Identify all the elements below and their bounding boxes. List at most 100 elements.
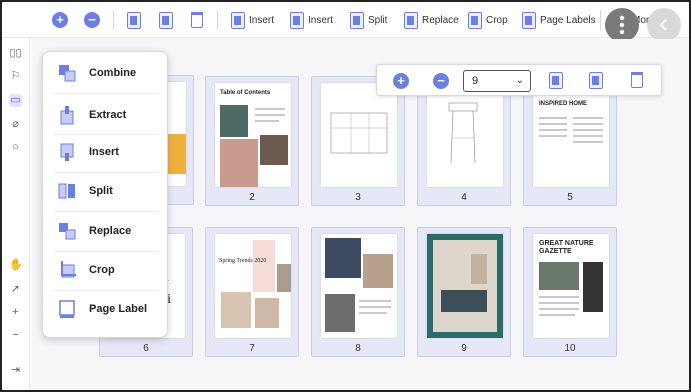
- toolbar-divider: [113, 10, 114, 30]
- page-zoom-out-button[interactable]: −: [433, 72, 449, 90]
- split-label: Split: [368, 14, 388, 26]
- attachment-icon[interactable]: ⌀: [9, 118, 22, 131]
- page-thumbnail-9[interactable]: 9: [417, 227, 511, 357]
- zoom-in-button[interactable]: +: [52, 8, 68, 32]
- vertical-dots-icon: [619, 15, 625, 35]
- menu-item-label: Combine: [89, 67, 137, 79]
- page-preview: [321, 234, 397, 338]
- trash-icon: [191, 12, 203, 28]
- page-preview: GREAT NATURE GAZETTE: [533, 234, 609, 338]
- page-text: Spring Trends 2020: [219, 258, 267, 264]
- crop-label: Crop: [486, 14, 508, 26]
- page-thumbnail-7[interactable]: Spring Trends 2020 7: [205, 227, 299, 357]
- page-preview: INSPIRED HOME: [533, 83, 609, 187]
- comment-icon[interactable]: ▭: [9, 94, 22, 107]
- split-button[interactable]: Split: [350, 8, 387, 32]
- page-preview: [427, 83, 503, 187]
- page-delete-button[interactable]: [631, 72, 643, 93]
- page-number: 10: [564, 343, 576, 354]
- zoom-out-icon: −: [433, 73, 449, 89]
- select-tool-icon[interactable]: ➚: [9, 283, 22, 296]
- trash-icon: [631, 72, 643, 88]
- page-preview: Spring Trends 2020: [215, 234, 291, 338]
- rotate-right-button[interactable]: [159, 8, 173, 32]
- zoom-out-button[interactable]: −: [84, 8, 100, 32]
- page-thumbnail-2[interactable]: Table of Contents 2: [205, 76, 299, 206]
- page-labels-button[interactable]: Page Labels: [522, 8, 596, 32]
- menu-item-crop[interactable]: Crop: [53, 251, 159, 289]
- exit-icon[interactable]: ⇥: [9, 364, 22, 377]
- replace-icon: [404, 11, 418, 29]
- page-thumbnail-10[interactable]: GREAT NATURE GAZETTE 10: [523, 227, 617, 357]
- rotate-left-icon: [127, 11, 141, 29]
- page-toolbar: + − 9 ⌄: [376, 64, 662, 96]
- crop-icon: [468, 11, 482, 29]
- page-labels-label: Page Labels: [540, 14, 596, 26]
- app-window: + − Insert Insert Split Replace Crop Pag…: [0, 0, 691, 392]
- organize-menu: Combine Extract Insert Split Replace Cro…: [42, 51, 168, 338]
- insert-icon: [57, 142, 77, 162]
- rotate-right-icon: [159, 11, 173, 29]
- rotate-left-icon: [549, 72, 563, 89]
- menu-divider: [53, 93, 159, 94]
- hand-tool-icon[interactable]: ✋: [9, 259, 23, 272]
- menu-item-label: Extract: [89, 109, 127, 121]
- collapse-button[interactable]: [647, 8, 681, 42]
- search-icon[interactable]: ○: [9, 141, 22, 154]
- menu-item-label: Split: [89, 185, 113, 197]
- drawing-preview: [330, 112, 388, 154]
- page-rotate-left-button[interactable]: [549, 72, 563, 94]
- menu-item-combine[interactable]: Combine: [53, 54, 159, 92]
- insert-after-button[interactable]: Insert: [290, 8, 333, 32]
- toolbar-divider: [600, 10, 601, 30]
- rotate-left-button[interactable]: [127, 8, 141, 32]
- page-text: INSPIRED HOME: [539, 101, 588, 107]
- menu-item-label: Page Label: [89, 303, 148, 315]
- delete-page-button[interactable]: [191, 8, 203, 32]
- rotate-right-icon: [589, 72, 603, 89]
- page-number: 7: [249, 343, 255, 354]
- page-number: 8: [355, 343, 361, 354]
- page-number: 6: [143, 343, 149, 354]
- menu-item-replace[interactable]: Replace: [53, 212, 159, 250]
- zoom-in-side-icon[interactable]: +: [9, 306, 22, 319]
- extract-icon: [57, 105, 77, 125]
- zoom-in-icon: +: [393, 73, 409, 89]
- page-number-select[interactable]: 9 ⌄: [463, 70, 531, 92]
- page-thumbnail-8[interactable]: 8: [311, 227, 405, 357]
- menu-item-page-label[interactable]: Page Label: [53, 290, 159, 328]
- insert-before-icon: [231, 11, 245, 29]
- split-icon: [350, 11, 364, 29]
- menu-item-insert[interactable]: Insert: [53, 133, 159, 171]
- insert-after-icon: [290, 11, 304, 29]
- page-number: 9: [461, 343, 467, 354]
- thumbnails-panel-icon[interactable]: ▯▯: [9, 47, 22, 60]
- page-number: 5: [567, 192, 573, 203]
- menu-item-extract[interactable]: Extract: [53, 96, 159, 134]
- zoom-out-icon: −: [84, 12, 100, 28]
- bookmark-icon[interactable]: ⚐: [9, 70, 22, 83]
- page-preview: [427, 234, 503, 338]
- more-options-button[interactable]: [605, 8, 639, 42]
- zoom-out-side-icon[interactable]: −: [9, 329, 22, 342]
- insert-after-label: Insert: [308, 14, 334, 26]
- crop-button[interactable]: Crop: [468, 8, 508, 32]
- top-toolbar: + − Insert Insert Split Replace Crop Pag…: [2, 2, 689, 38]
- replace-button[interactable]: Replace: [404, 8, 459, 32]
- page-number-value: 9: [472, 75, 479, 87]
- menu-item-split[interactable]: Split: [53, 172, 159, 210]
- toolbar-divider: [217, 10, 218, 30]
- page-rotate-right-button[interactable]: [589, 72, 603, 94]
- menu-item-label: Replace: [89, 225, 132, 237]
- insert-before-button[interactable]: Insert: [231, 8, 274, 32]
- split-icon: [57, 181, 77, 201]
- page-number: 2: [249, 192, 255, 203]
- drawing-preview: [448, 102, 478, 164]
- menu-item-label: Insert: [89, 146, 119, 158]
- page-zoom-in-button[interactable]: +: [393, 72, 409, 90]
- chevron-left-icon: [659, 19, 667, 31]
- combine-icon: [57, 63, 77, 83]
- page-text: GREAT NATURE GAZETTE: [539, 240, 594, 255]
- left-sidebar: ▯▯ ⚐ ▭ ⌀ ○ ✋ ➚ + − ⇥: [2, 38, 30, 390]
- insert-before-label: Insert: [249, 14, 275, 26]
